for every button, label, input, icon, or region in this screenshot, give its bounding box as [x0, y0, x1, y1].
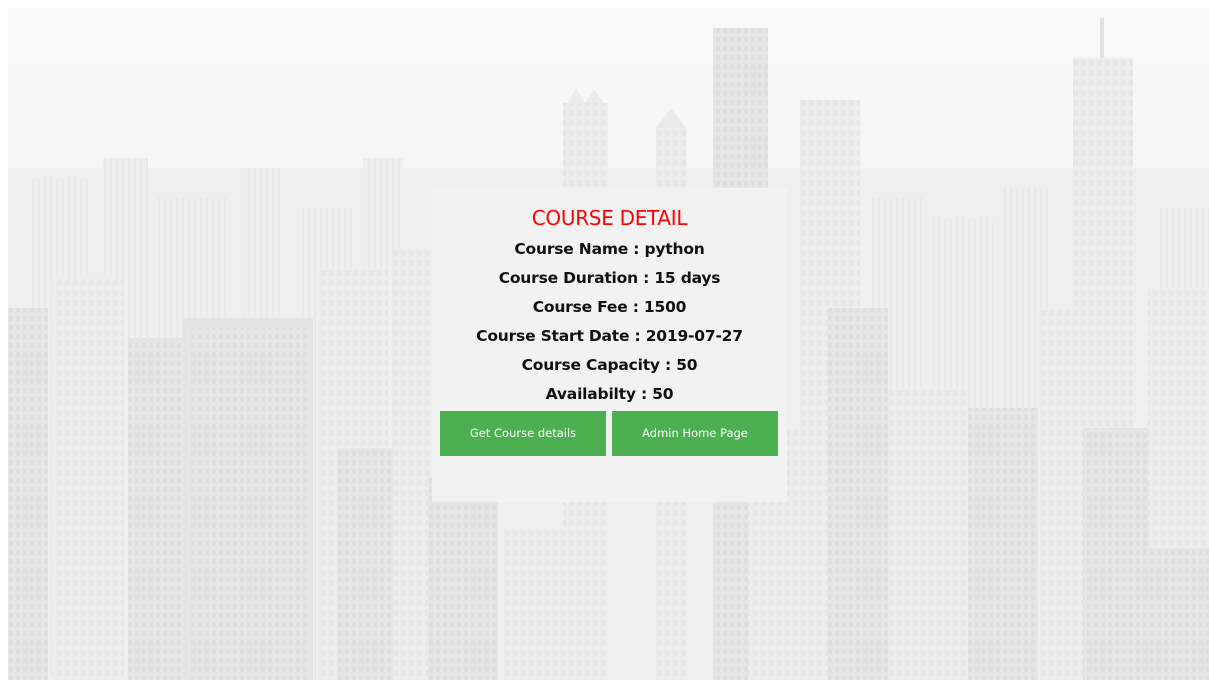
admin-home-page-button[interactable]: Admin Home Page	[612, 411, 778, 456]
course-name-line: Course Name : python	[514, 240, 705, 258]
course-detail-card: COURSE DETAIL Course Name : python Cours…	[432, 188, 787, 502]
course-duration-line: Course Duration : 15 days	[498, 269, 721, 287]
course-fee-line: Course Fee : 1500	[532, 298, 687, 316]
course-detail-heading: COURSE DETAIL	[531, 206, 688, 230]
course-capacity-line: Course Capacity : 50	[521, 356, 698, 374]
course-start-date-line: Course Start Date : 2019-07-27	[476, 327, 743, 345]
course-availability-line: Availabilty : 50	[545, 385, 674, 403]
page-frame: COURSE DETAIL Course Name : python Cours…	[8, 8, 1209, 680]
get-course-details-button[interactable]: Get Course details	[440, 411, 606, 456]
card-actions: Get Course details Admin Home Page	[440, 411, 779, 456]
